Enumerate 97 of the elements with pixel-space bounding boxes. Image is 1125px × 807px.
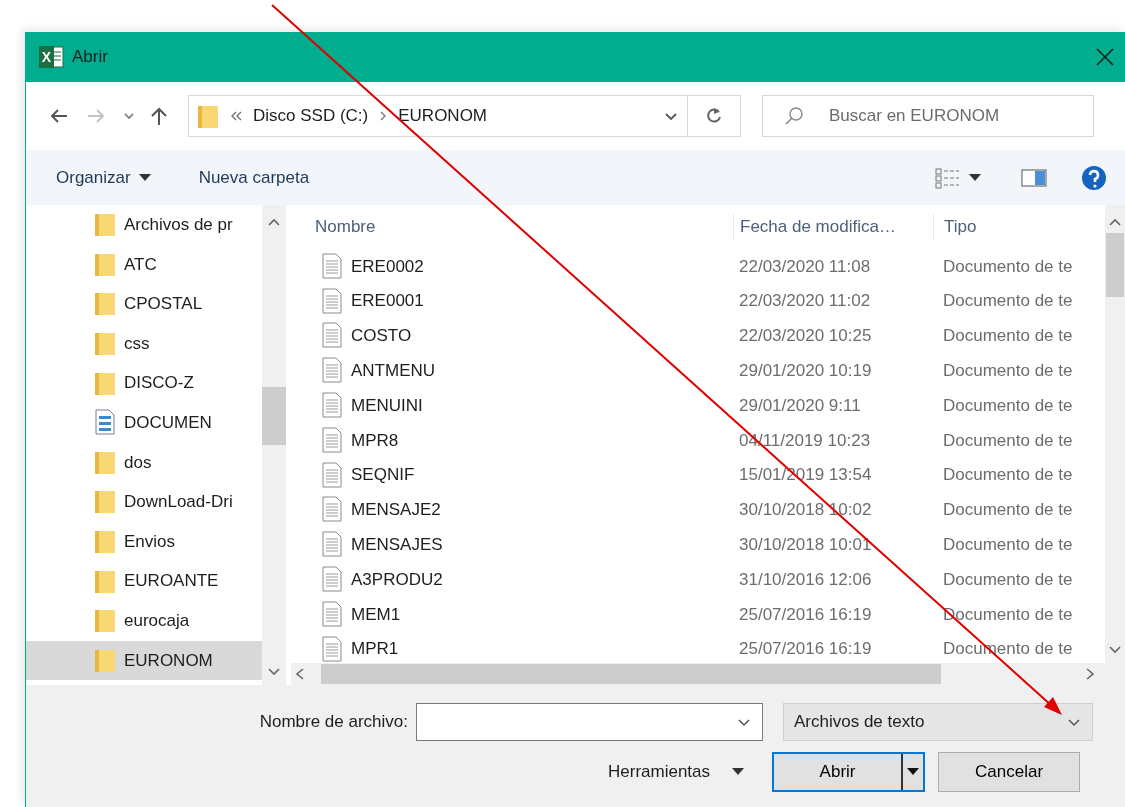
file-type: Documento de te xyxy=(942,429,1074,452)
refresh-icon xyxy=(704,106,724,126)
text-file-icon xyxy=(321,322,343,350)
text-file-icon xyxy=(321,531,343,559)
file-name[interactable]: MEM1 xyxy=(351,601,401,628)
file-type: Documento de te xyxy=(942,534,1074,556)
date-modified: 31/10/2016 12:06 xyxy=(738,568,873,591)
navigation-item[interactable]: Archivos de pr xyxy=(26,205,262,245)
folder-icon xyxy=(94,211,116,239)
date-modified: 22/03/2020 11:08 xyxy=(738,255,872,278)
date-modified: 22/03/2020 11:02 xyxy=(738,290,872,313)
preview-pane-button[interactable] xyxy=(1021,167,1047,188)
file-type-dropdown[interactable]: Archivos de texto xyxy=(783,703,1093,741)
caret-icon xyxy=(907,768,920,776)
navigation-item[interactable]: EURONOM xyxy=(26,640,262,681)
text-file-icon xyxy=(321,496,343,524)
scroll-up-icon xyxy=(267,217,281,227)
file-name[interactable]: MPR8 xyxy=(351,427,399,454)
file-name[interactable]: SEQNIF xyxy=(351,462,415,488)
date-modified: 29/01/2020 10:19 xyxy=(738,360,873,383)
navigation-item[interactable]: EUROANTE xyxy=(26,561,262,601)
scrollbar-thumb[interactable] xyxy=(1106,233,1124,297)
document-icon xyxy=(94,409,116,437)
file-name[interactable]: MENSAJES xyxy=(351,532,443,558)
file-name[interactable]: ERE0001 xyxy=(351,288,424,314)
file-type: Documento de te xyxy=(942,394,1074,417)
search-field[interactable]: Buscar en EURONOM xyxy=(762,95,1094,137)
folder-icon xyxy=(94,488,116,516)
file-type: Documento de te xyxy=(942,290,1074,313)
scrollbar-thumb[interactable] xyxy=(262,387,286,445)
file-type: Documento de te xyxy=(942,325,1074,348)
filename-field[interactable] xyxy=(416,703,763,741)
file-type: Documento de te xyxy=(942,499,1074,522)
filename-label: Nombre de archivo: xyxy=(258,711,409,734)
text-file-icon xyxy=(321,252,343,280)
navigation-item[interactable]: CPOSTAL xyxy=(26,284,262,324)
folder-icon xyxy=(94,290,116,318)
file-type: Documento de te xyxy=(942,360,1074,383)
search-icon xyxy=(784,106,804,126)
breadcrumb[interactable]: Disco SSD (C:) xyxy=(253,103,369,129)
text-file-icon xyxy=(321,426,343,454)
file-name[interactable]: ERE0002 xyxy=(351,253,424,280)
date-modified-column-header[interactable]: Fecha de modifica… xyxy=(733,214,933,240)
scroll-down-icon xyxy=(1108,645,1122,656)
caret-icon xyxy=(732,768,745,776)
text-file-icon xyxy=(321,600,343,628)
refresh-button[interactable] xyxy=(688,95,741,137)
new-folder-button[interactable]: Nueva carpeta xyxy=(198,164,310,191)
file-name[interactable]: MPR1 xyxy=(351,636,399,662)
file-name[interactable]: MENSAJE2 xyxy=(351,497,441,523)
scroll-down-icon xyxy=(267,667,281,677)
file-type: Documento de te xyxy=(942,255,1074,278)
breadcrumb[interactable]: EURONOM xyxy=(398,103,487,129)
navigation-item[interactable]: dos xyxy=(26,442,262,483)
file-type: Documento de te xyxy=(942,568,1074,591)
view-options-button[interactable] xyxy=(935,166,981,189)
navigation-item[interactable]: DownLoad-Dri xyxy=(26,482,262,522)
date-modified: 30/10/2018 10:01 xyxy=(738,534,873,556)
text-file-icon xyxy=(321,392,343,420)
text-file-icon xyxy=(321,357,343,385)
caret-icon xyxy=(969,173,981,182)
text-file-icon xyxy=(321,287,343,315)
navigation-item[interactable]: DOCUMEN xyxy=(26,402,262,443)
window-title: Abrir xyxy=(72,46,108,69)
navigation-item[interactable]: ATC xyxy=(26,244,262,285)
folder-icon xyxy=(94,330,116,358)
text-file-icon xyxy=(321,635,343,663)
navigation-item[interactable]: Envios xyxy=(26,521,262,562)
organize-menu-button[interactable]: Organizar xyxy=(56,164,151,191)
help-button[interactable] xyxy=(1081,164,1107,191)
file-name[interactable]: MENUINI xyxy=(351,392,423,419)
folder-icon xyxy=(94,528,116,556)
date-modified: 25/07/2016 16:19 xyxy=(738,638,873,661)
cancel-button[interactable]: Cancelar xyxy=(938,752,1081,792)
date-modified: 22/03/2020 10:25 xyxy=(738,325,873,348)
up-arrow-icon xyxy=(149,106,169,126)
text-file-icon xyxy=(321,461,343,489)
navigation-item[interactable]: css xyxy=(26,323,262,364)
overflow-chevron-icon xyxy=(229,109,243,123)
date-modified: 29/01/2020 9:11 xyxy=(738,394,862,417)
date-modified: 25/07/2016 16:19 xyxy=(738,603,873,626)
file-name[interactable]: A3PRODU2 xyxy=(351,566,443,593)
navigation-item[interactable]: eurocaja xyxy=(26,600,262,641)
scrollbar-thumb[interactable] xyxy=(321,664,941,685)
close-button[interactable] xyxy=(1095,47,1115,67)
file-type: Documento de te xyxy=(942,464,1074,487)
folder-icon xyxy=(94,607,116,635)
text-file-icon xyxy=(321,566,343,594)
tools-menu-button[interactable]: Herramientas xyxy=(608,759,745,785)
view-list-icon xyxy=(935,166,961,189)
navigation-item[interactable]: DISCO-Z xyxy=(26,363,262,403)
name-column-header[interactable]: Nombre xyxy=(291,214,733,240)
scroll-up-icon xyxy=(1108,217,1122,227)
file-name[interactable]: COSTO xyxy=(351,323,412,349)
caret-icon xyxy=(138,173,151,182)
file-name[interactable]: ANTMENU xyxy=(351,358,436,384)
address-bar[interactable]: Disco SSD (C:) EURONOM xyxy=(188,95,688,137)
